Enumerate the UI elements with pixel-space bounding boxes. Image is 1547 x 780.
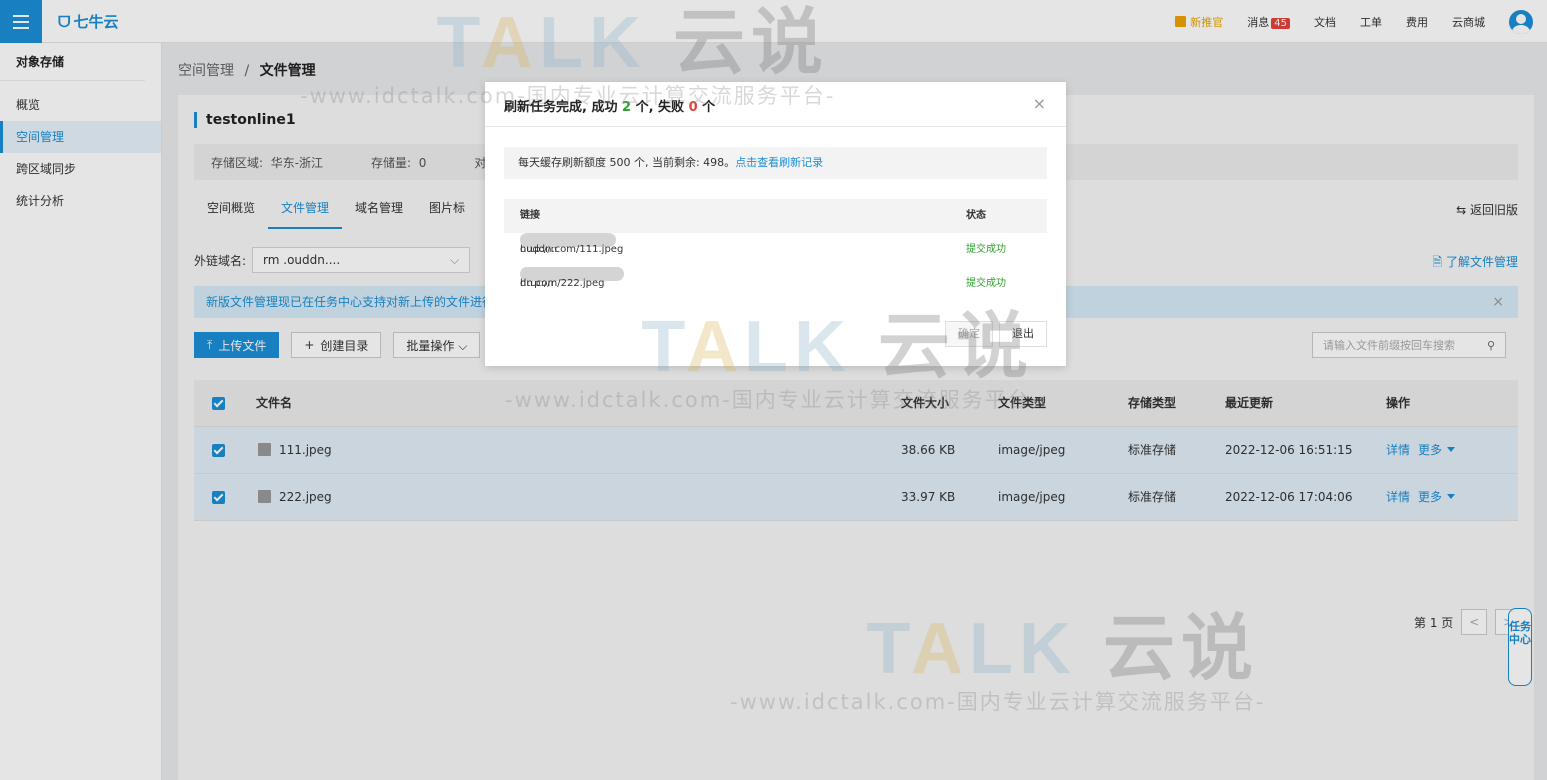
refresh-history-link[interactable]: 点击查看刷新记录	[735, 156, 823, 169]
dialog-footer: 确定 退出	[945, 321, 1047, 347]
success-count: 2	[622, 100, 632, 115]
close-icon[interactable]: ×	[1033, 94, 1046, 113]
table-row: http://n ouddn.com/111.jpeg 提交成功	[504, 233, 1047, 267]
exit-button[interactable]: 退出	[999, 321, 1047, 347]
refresh-table: 链接 状态 http://n ouddn.com/111.jpeg 提交成功 ht…	[504, 199, 1047, 301]
confirm-button[interactable]: 确定	[945, 321, 993, 347]
refresh-status: 提交成功	[966, 244, 1006, 255]
refresh-result-dialog: 刷新任务完成, 成功 2 个, 失败 0 个 × 每天缓存刷新额度 500 个,…	[485, 82, 1066, 366]
refresh-status: 提交成功	[966, 278, 1006, 289]
fail-count: 0	[688, 100, 698, 115]
table-row: http://r dn.com/222.jpeg 提交成功	[504, 267, 1047, 301]
quota-info: 每天缓存刷新额度 500 个, 当前剩余: 498。点击查看刷新记录	[504, 147, 1047, 179]
refresh-table-header: 链接 状态	[504, 199, 1047, 233]
dialog-title: 刷新任务完成, 成功 2 个, 失败 0 个	[485, 82, 1066, 127]
